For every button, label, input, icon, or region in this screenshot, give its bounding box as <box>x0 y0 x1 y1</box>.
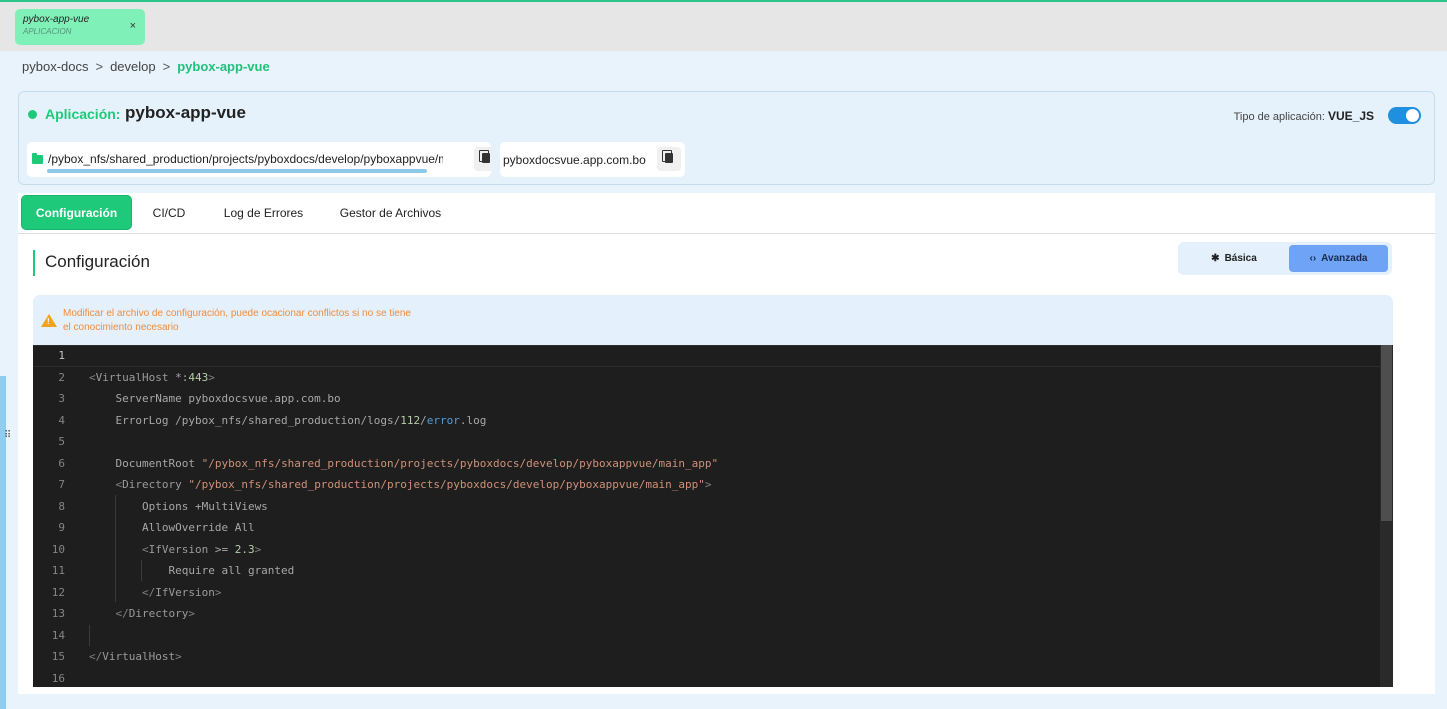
line-number: 1 <box>58 349 65 363</box>
code-text: Options +MultiViews <box>89 499 268 513</box>
code-line[interactable]: 1 <box>33 345 1380 367</box>
breadcrumb-separator: > <box>162 59 171 74</box>
basic-mode-button[interactable]: ✱ Básica <box>1184 245 1284 272</box>
section-accent <box>33 250 35 276</box>
breadcrumb: pybox-docs > develop > pybox-app-vue <box>22 59 270 74</box>
close-icon[interactable]: × <box>130 20 136 32</box>
code-line[interactable]: 3 ServerName pyboxdocsvue.app.com.bo <box>33 388 1380 410</box>
code-line[interactable]: 16 <box>33 668 1380 688</box>
line-number: 10 <box>51 542 65 556</box>
domain-text: pyboxdocsvue.app.com.bo <box>503 153 646 167</box>
tab-cicd[interactable]: CI/CD <box>139 196 199 229</box>
advanced-mode-button[interactable]: ‹› Avanzada <box>1289 245 1388 272</box>
mode-switch: ✱ Básica ‹› Avanzada <box>1178 242 1392 275</box>
window-tab-strip: pybox-app-vue APLICACION × <box>0 0 1447 51</box>
code-line[interactable]: 2 <VirtualHost *:443> <box>33 367 1380 389</box>
code-text: </Directory> <box>115 607 195 621</box>
warning-line-2: el conocimiento necesario <box>63 322 179 333</box>
tab-log-errores[interactable]: Log de Errores <box>211 196 316 229</box>
code-line[interactable]: 15 </VirtualHost> <box>33 646 1380 668</box>
domain-field: pyboxdocsvue.app.com.bo <box>500 142 685 177</box>
line-number: 11 <box>51 564 65 578</box>
line-number: 12 <box>51 585 65 599</box>
code-line[interactable]: 12 </IfVersion> <box>33 582 1380 604</box>
line-number: 6 <box>58 456 65 470</box>
code-text: DocumentRoot "/pybox_nfs/shared_producti… <box>89 456 719 470</box>
warning-icon: ! <box>41 314 57 327</box>
tabs-bar: Configuración CI/CD Log de Errores Gesto… <box>18 193 1435 234</box>
code-line[interactable]: 8 Options +MultiViews <box>33 496 1380 518</box>
folder-icon <box>32 153 43 164</box>
editor-scrollbar[interactable] <box>1380 345 1393 687</box>
tab-gestor-archivos[interactable]: Gestor de Archivos <box>328 196 453 229</box>
line-number: 16 <box>51 671 65 685</box>
code-text: AllowOverride All <box>89 521 255 535</box>
status-dot-icon <box>28 110 37 119</box>
copy-path-button[interactable] <box>474 147 491 171</box>
line-number: 4 <box>58 413 65 427</box>
config-panel: Configuración ✱ Básica ‹› Avanzada ! Mod… <box>18 234 1435 694</box>
line-number: 9 <box>58 521 65 535</box>
code-text: <VirtualHost *:443> <box>89 370 215 384</box>
code-text: ErrorLog /pybox_nfs/shared_production/lo… <box>89 413 487 427</box>
copy-icon <box>662 150 673 163</box>
app-header-card: Aplicación: pybox-app-vue Tipo de aplica… <box>18 91 1435 185</box>
code-line[interactable]: 5 <box>33 431 1380 453</box>
copy-domain-button[interactable] <box>657 147 681 171</box>
code-text: ServerName pyboxdocsvue.app.com.bo <box>89 392 341 406</box>
tab-configuracion[interactable]: Configuración <box>22 196 131 229</box>
app-tab[interactable]: pybox-app-vue APLICACION × <box>15 9 145 45</box>
line-number: 7 <box>58 478 65 492</box>
code-line[interactable]: 6 DocumentRoot "/pybox_nfs/shared_produc… <box>33 453 1380 475</box>
code-line[interactable]: 7 <Directory "/pybox_nfs/shared_producti… <box>33 474 1380 496</box>
breadcrumb-item[interactable]: pybox-docs <box>22 59 88 74</box>
line-number: 8 <box>58 499 65 513</box>
breadcrumb-current: pybox-app-vue <box>177 59 270 74</box>
warning-banner: ! Modificar el archivo de configuración,… <box>33 295 1393 345</box>
section-title: Configuración <box>45 252 150 271</box>
line-number: 15 <box>51 650 65 664</box>
drag-handle-icon[interactable]: ⠿ <box>4 430 11 441</box>
line-number: 14 <box>51 628 65 642</box>
app-type-label: Tipo de aplicación: <box>1233 111 1325 123</box>
breadcrumb-separator: > <box>95 59 104 74</box>
app-label: Aplicación: <box>45 106 121 122</box>
warning-text: Modificar el archivo de configuración, p… <box>63 307 453 335</box>
copy-icon <box>479 150 490 163</box>
app-type: Tipo de aplicación: VUE_JS <box>1234 109 1374 123</box>
code-editor[interactable]: 1 2 <VirtualHost *:443> 3 ServerName pyboxd… <box>33 345 1393 687</box>
line-number: 5 <box>58 435 65 449</box>
puzzle-icon: ✱ <box>1211 253 1220 264</box>
editor-scrollbar-thumb[interactable] <box>1381 345 1392 521</box>
line-number: 2 <box>58 370 65 384</box>
path-text: /pybox_nfs/shared_production/projects/py… <box>48 152 443 166</box>
app-type-toggle[interactable] <box>1388 107 1421 124</box>
code-line[interactable]: 4 ErrorLog /pybox_nfs/shared_production/… <box>33 410 1380 432</box>
code-line[interactable]: 14 <box>33 625 1380 647</box>
code-text: </VirtualHost> <box>89 650 182 664</box>
toggle-knob <box>1406 109 1419 122</box>
path-scrollbar[interactable] <box>47 169 427 173</box>
line-number: 13 <box>51 607 65 621</box>
line-number: 3 <box>58 392 65 406</box>
code-line[interactable]: 9 AllowOverride All <box>33 517 1380 539</box>
code-text: <IfVersion >= 2.3> <box>141 542 262 556</box>
advanced-mode-label: Avanzada <box>1321 253 1368 264</box>
code-text: Require all granted <box>89 564 295 578</box>
code-text: </IfVersion> <box>141 585 222 599</box>
code-text: <Directory "/pybox_nfs/shared_production… <box>115 478 712 492</box>
app-tab-title: pybox-app-vue <box>23 14 90 25</box>
warning-line-1: Modificar el archivo de configuración, p… <box>63 308 411 319</box>
path-field: /pybox_nfs/shared_production/projects/py… <box>27 142 491 177</box>
basic-mode-label: Básica <box>1224 253 1257 264</box>
app-type-value: VUE_JS <box>1327 109 1374 123</box>
app-name: pybox-app-vue <box>125 103 246 122</box>
app-tab-subtitle: APLICACION <box>23 27 72 36</box>
left-accent-bar <box>0 376 6 709</box>
code-line[interactable]: 10 <IfVersion >= 2.3> <box>33 539 1380 561</box>
code-icon: ‹› <box>1309 253 1317 264</box>
breadcrumb-item[interactable]: develop <box>110 59 156 74</box>
code-line[interactable]: 11 Require all granted <box>33 560 1380 582</box>
code-line[interactable]: 13 </Directory> <box>33 603 1380 625</box>
